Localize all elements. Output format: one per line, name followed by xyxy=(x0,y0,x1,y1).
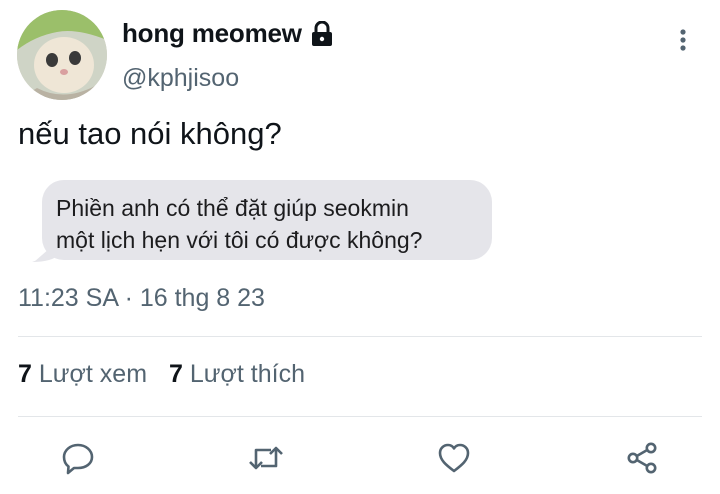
display-name[interactable]: hong meomew xyxy=(122,18,302,49)
likes-label: Lượt thích xyxy=(189,360,305,388)
retweet-button[interactable] xyxy=(246,438,286,478)
views-label: Lượt xem xyxy=(38,360,148,388)
user-handle[interactable]: @kphjisoo xyxy=(122,64,239,93)
reply-button[interactable] xyxy=(58,438,98,478)
user-name-row: hong meomew xyxy=(122,18,334,49)
share-icon xyxy=(627,442,657,474)
likes-count: 7 xyxy=(169,360,183,388)
lock-icon xyxy=(311,20,332,46)
reply-icon xyxy=(62,443,94,475)
views-count: 7 xyxy=(18,360,32,388)
views-stat[interactable]: 7 Lượt xem xyxy=(18,360,147,389)
retweet-icon xyxy=(249,446,283,470)
avatar[interactable] xyxy=(17,10,107,100)
more-options-button[interactable] xyxy=(670,26,696,56)
chat-bubble-line-2: một lịch hẹn với tôi có được không? xyxy=(56,227,423,253)
tweet-timestamp[interactable]: 11:23 SA · 16 thg 8 23 xyxy=(18,284,265,313)
like-button[interactable] xyxy=(434,438,474,478)
chat-bubble-text: Phiền anh có thể đặt giúp seokmin một lị… xyxy=(56,192,486,256)
cat-avatar-image xyxy=(17,10,107,100)
divider-top xyxy=(18,336,702,337)
tweet-text: nếu tao nói không? xyxy=(18,116,282,151)
likes-stat[interactable]: 7 Lượt thích xyxy=(169,360,305,389)
more-vertical-icon xyxy=(680,29,686,51)
action-bar xyxy=(0,438,720,482)
share-button[interactable] xyxy=(622,438,662,478)
divider-bottom xyxy=(18,416,702,417)
chat-bubble-line-1: Phiền anh có thể đặt giúp seokmin xyxy=(56,195,409,221)
tweet-stats: 7 Lượt xem 7 Lượt thích xyxy=(18,360,305,389)
heart-icon xyxy=(438,443,470,473)
